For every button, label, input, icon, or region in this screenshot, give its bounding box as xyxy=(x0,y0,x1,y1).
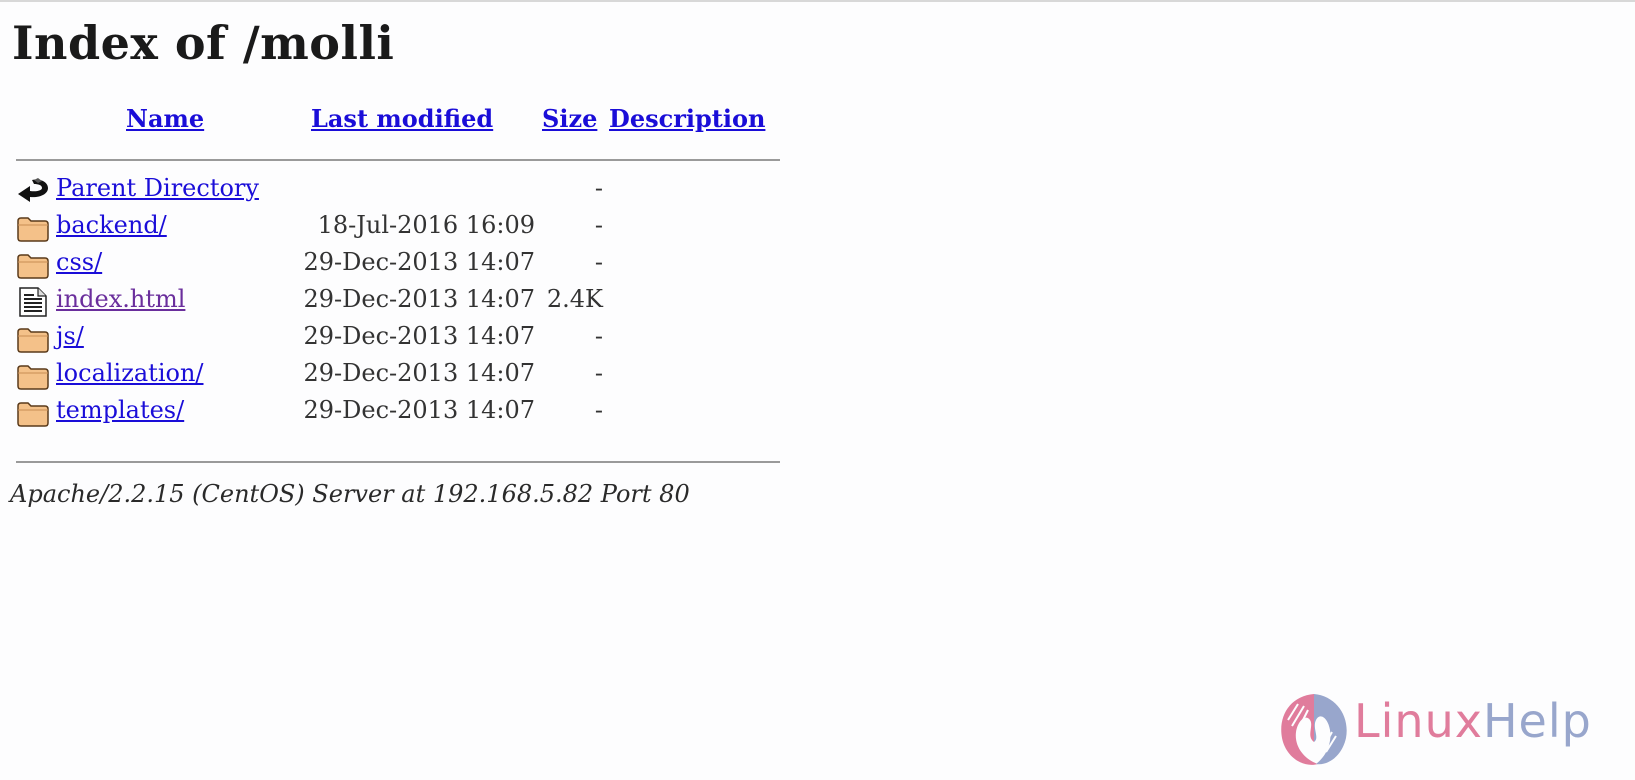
sort-by-name-link[interactable]: Name xyxy=(126,104,204,133)
folder-icon xyxy=(16,361,50,391)
table-row: localization/29-Dec-2013 14:07 - xyxy=(0,357,800,393)
table-row: index.html 29-Dec-2013 14:07 2.4K xyxy=(0,283,800,319)
last-modified-cell: 29-Dec-2013 14:07 xyxy=(303,248,535,276)
page-title: Index of /molli xyxy=(12,16,395,70)
folder-icon xyxy=(16,324,50,354)
file-link[interactable]: css/ xyxy=(56,248,102,276)
file-link[interactable]: localization/ xyxy=(56,359,204,387)
logo-text-help: Help xyxy=(1482,694,1592,748)
table-row: css/29-Dec-2013 14:07 - xyxy=(0,246,800,282)
file-link[interactable]: backend/ xyxy=(56,211,167,239)
folder-icon xyxy=(16,398,50,428)
table-row: js/29-Dec-2013 14:07 - xyxy=(0,320,800,356)
last-modified-cell: 18-Jul-2016 16:09 xyxy=(317,211,535,239)
size-cell: - xyxy=(594,396,603,424)
last-modified-cell: 29-Dec-2013 14:07 xyxy=(303,285,535,313)
size-cell: 2.4K xyxy=(546,285,603,313)
folder-icon xyxy=(16,250,50,280)
footer-divider xyxy=(16,461,780,463)
file-link[interactable]: Parent Directory xyxy=(56,174,259,202)
table-row: Parent Directory - xyxy=(0,172,800,208)
server-signature: Apache/2.2.15 (CentOS) Server at 192.168… xyxy=(10,480,690,508)
last-modified-cell: 29-Dec-2013 14:07 xyxy=(303,322,535,350)
parent-directory-icon xyxy=(16,176,50,206)
file-link[interactable]: index.html xyxy=(56,285,185,313)
file-link[interactable]: templates/ xyxy=(56,396,184,424)
size-cell: - xyxy=(594,248,603,276)
linuxhelp-watermark: LinuxHelp xyxy=(1276,690,1616,770)
last-modified-cell: 29-Dec-2013 14:07 xyxy=(303,359,535,387)
size-cell: - xyxy=(594,359,603,387)
table-row: backend/18-Jul-2016 16:09 - xyxy=(0,209,800,245)
size-cell: - xyxy=(594,322,603,350)
last-modified-cell: 29-Dec-2013 14:07 xyxy=(303,396,535,424)
size-cell: - xyxy=(594,211,603,239)
folder-icon xyxy=(16,213,50,243)
sort-by-description-link[interactable]: Description xyxy=(609,104,765,133)
header-divider xyxy=(16,159,780,161)
text-file-icon xyxy=(16,287,50,317)
logo-text-linux: Linux xyxy=(1354,694,1483,748)
size-cell: - xyxy=(594,174,603,202)
table-row: templates/29-Dec-2013 14:07 - xyxy=(0,394,800,430)
sort-by-size-link[interactable]: Size xyxy=(542,104,597,133)
linuxhelp-logo-icon xyxy=(1281,694,1347,765)
file-link[interactable]: js/ xyxy=(56,322,84,350)
sort-by-last-modified-link[interactable]: Last modified xyxy=(311,104,493,133)
